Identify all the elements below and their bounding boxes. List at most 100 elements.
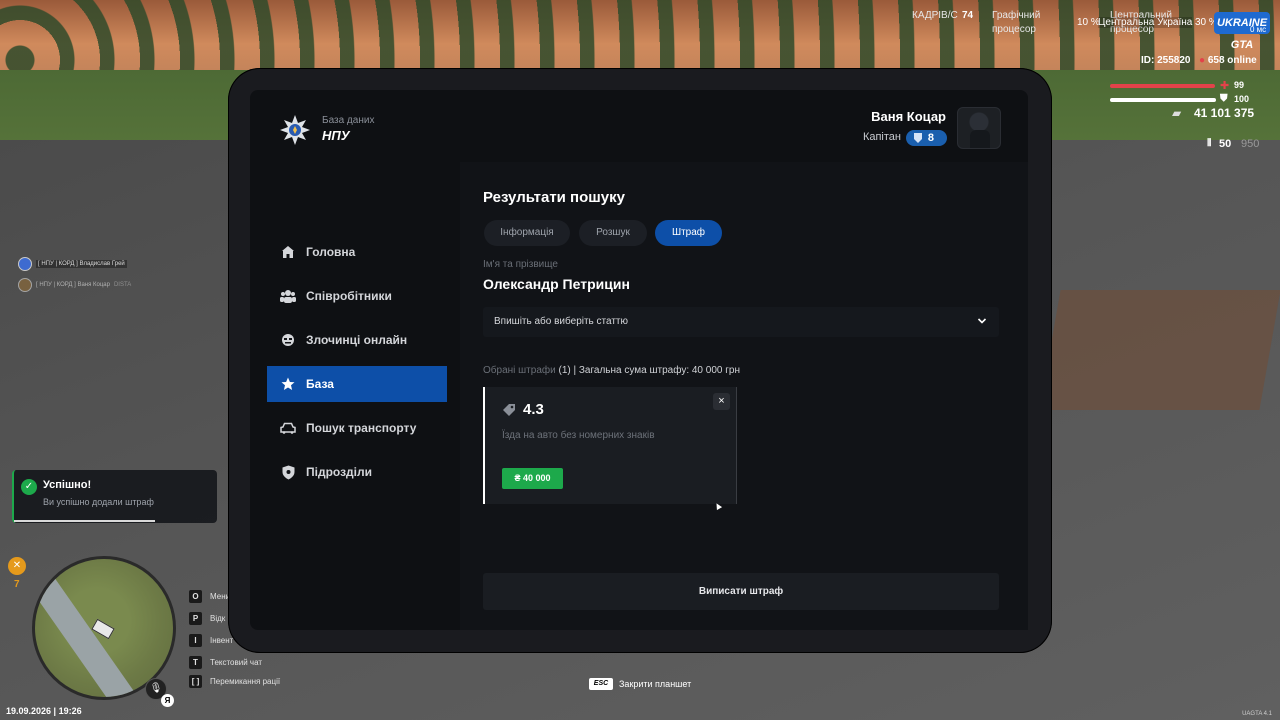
sidebar-item-units[interactable]: Підрозділи bbox=[267, 454, 447, 490]
chat-line-2-tag: DISTA bbox=[113, 282, 132, 288]
tab-information[interactable]: Інформація bbox=[484, 220, 570, 246]
fines-summary: Обрані штрафи (1) | Загальна сума штрафу… bbox=[483, 365, 740, 376]
key-cap: T bbox=[189, 656, 202, 669]
notification-title: Успішно! bbox=[43, 479, 92, 491]
tab-wanted[interactable]: Розшук bbox=[579, 220, 647, 246]
sidebar-item-label: Злочинці онлайн bbox=[306, 333, 408, 347]
player-marker-icon bbox=[91, 618, 115, 640]
shield-icon bbox=[280, 464, 296, 480]
article-select[interactable]: Впишіть або виберіть статтю bbox=[483, 307, 999, 337]
summary-label: Обрані штрафи bbox=[483, 365, 556, 376]
ammo-clip: 50 bbox=[1219, 138, 1232, 150]
rank-badge: 8 bbox=[906, 130, 947, 146]
money-icon: ▰ bbox=[1172, 106, 1182, 120]
tab-fine[interactable]: Штраф bbox=[655, 220, 722, 246]
key-label: Текстовий чат bbox=[210, 658, 263, 667]
chat-line-1-text: [ НПУ | КОРД ] Владислав Грей bbox=[36, 260, 127, 268]
key-cap: I bbox=[189, 634, 202, 647]
fps-value: 74 bbox=[962, 10, 974, 21]
home-icon bbox=[280, 244, 296, 260]
tools-icon: ✕ bbox=[8, 557, 26, 575]
rank-level: 8 bbox=[927, 132, 934, 144]
player-id: ID: 255820 bbox=[1141, 55, 1191, 66]
armor-value: 100 bbox=[1234, 94, 1250, 104]
datetime: 19.09.2026 | 19:26 bbox=[6, 706, 82, 716]
sidebar-item-label: Пошук транспорту bbox=[306, 421, 417, 435]
key-hint: O Мени bbox=[189, 590, 230, 603]
sidebar-item-criminals[interactable]: Злочинці онлайн bbox=[267, 322, 447, 358]
sidebar-item-staff[interactable]: Співробітники bbox=[267, 278, 447, 314]
online-icon: ● bbox=[1199, 55, 1206, 66]
page-title: Результати пошуку bbox=[483, 189, 625, 206]
person-name: Олександр Петрицин bbox=[483, 276, 630, 292]
sidebar-item-label: Головна bbox=[306, 245, 356, 259]
notification-text: Ви успішно додали штраф bbox=[43, 497, 154, 507]
key-cap: P bbox=[189, 612, 202, 625]
mask-icon bbox=[280, 332, 296, 348]
key-hint: T Текстовий чат bbox=[189, 656, 262, 669]
sidebar-item-home[interactable]: Головна bbox=[267, 234, 447, 270]
fine-article-code: 4.3 bbox=[523, 401, 544, 418]
voice-language-badge: Я bbox=[161, 694, 174, 707]
armor-bar bbox=[1110, 98, 1216, 102]
key-hint: I Інвент bbox=[189, 634, 233, 647]
close-tablet-hint: ESC Закрити планшет bbox=[589, 678, 691, 690]
key-hint: [ ] Перемикання рації bbox=[189, 675, 280, 688]
health-value: 99 bbox=[1234, 80, 1245, 90]
faction-badge-icon bbox=[18, 257, 32, 271]
sidebar-item-label: База bbox=[306, 377, 334, 391]
health-bar bbox=[1110, 84, 1215, 88]
fine-amount: ₴ 40 000 bbox=[502, 468, 563, 489]
tag-icon bbox=[503, 404, 515, 416]
online-text: 658 online bbox=[1207, 55, 1257, 66]
notification-progress bbox=[14, 520, 155, 522]
chat-line-2-text: [ НПУ | КОРД ] Ваня Коцар bbox=[36, 282, 110, 288]
armor-icon: ⛊ bbox=[1220, 93, 1228, 104]
user-name: Ваня Коцар bbox=[871, 109, 946, 124]
remove-fine-button[interactable]: × bbox=[713, 393, 730, 410]
chevron-down-icon bbox=[977, 318, 987, 324]
summary-count: (1) bbox=[558, 365, 571, 376]
brand-subtitle: База даних bbox=[322, 115, 375, 126]
chat-line-2: [ НПУ | КОРД ] Ваня Коцар DISTA bbox=[18, 278, 131, 292]
world-construction-pit bbox=[1039, 290, 1280, 410]
car-icon bbox=[280, 420, 296, 436]
gpu-value: 10 % bbox=[1077, 17, 1100, 28]
fine-description: Їзда на авто без номерних знаків bbox=[502, 430, 655, 441]
key-label: Відк bbox=[210, 614, 226, 623]
key-hint: P Відк bbox=[189, 612, 225, 625]
brand-name: НПУ bbox=[322, 128, 350, 143]
key-label: Перемикання рації bbox=[210, 677, 281, 686]
police-emblem-icon bbox=[280, 115, 310, 145]
gpu-label-2: процесор bbox=[992, 24, 1036, 35]
ammo-icon: ⦀ bbox=[1207, 138, 1212, 149]
shield-icon bbox=[914, 133, 922, 143]
sidebar-item-vehicle-search[interactable]: Пошук транспорту bbox=[267, 410, 447, 446]
sidebar-item-database[interactable]: База bbox=[267, 366, 447, 402]
gpu-label-1: Графічний bbox=[992, 10, 1041, 21]
check-icon: ✓ bbox=[21, 479, 37, 495]
sidebar-item-label: Підрозділи bbox=[306, 465, 372, 479]
article-select-placeholder: Впишіть або виберіть статтю bbox=[494, 316, 629, 327]
name-label: Ім'я та прізвище bbox=[483, 259, 558, 270]
star-icon bbox=[280, 376, 296, 392]
chat-line-1: [ НПУ | КОРД ] Владислав Грей bbox=[18, 257, 127, 271]
skill-value: 7 bbox=[14, 579, 20, 590]
version-label: UAGTA 4.1 bbox=[1242, 711, 1272, 717]
key-cap: [ ] bbox=[189, 675, 202, 688]
fps-label: КАДРІВ/С bbox=[912, 10, 958, 21]
health-icon: ✚ bbox=[1220, 80, 1230, 92]
money-value: 41 101 375 bbox=[1194, 106, 1255, 120]
close-tablet-label: Закрити планшет bbox=[619, 679, 692, 689]
summary-total: | Загальна сума штрафу: 40 000 грн bbox=[573, 365, 740, 376]
ping-value: 0 мс bbox=[1250, 25, 1267, 34]
sidebar-item-label: Співробітники bbox=[306, 289, 392, 303]
faction-badge-icon bbox=[18, 278, 32, 292]
key-cap: O bbox=[189, 590, 202, 603]
users-icon bbox=[280, 288, 296, 304]
issue-fine-button[interactable]: Виписати штраф bbox=[483, 573, 999, 610]
esc-key: ESC bbox=[589, 678, 613, 690]
online-count: ● 658 online bbox=[1199, 55, 1257, 66]
user-rank: Капітан bbox=[862, 131, 901, 143]
server-name: Центральна Україна bbox=[1098, 17, 1193, 28]
